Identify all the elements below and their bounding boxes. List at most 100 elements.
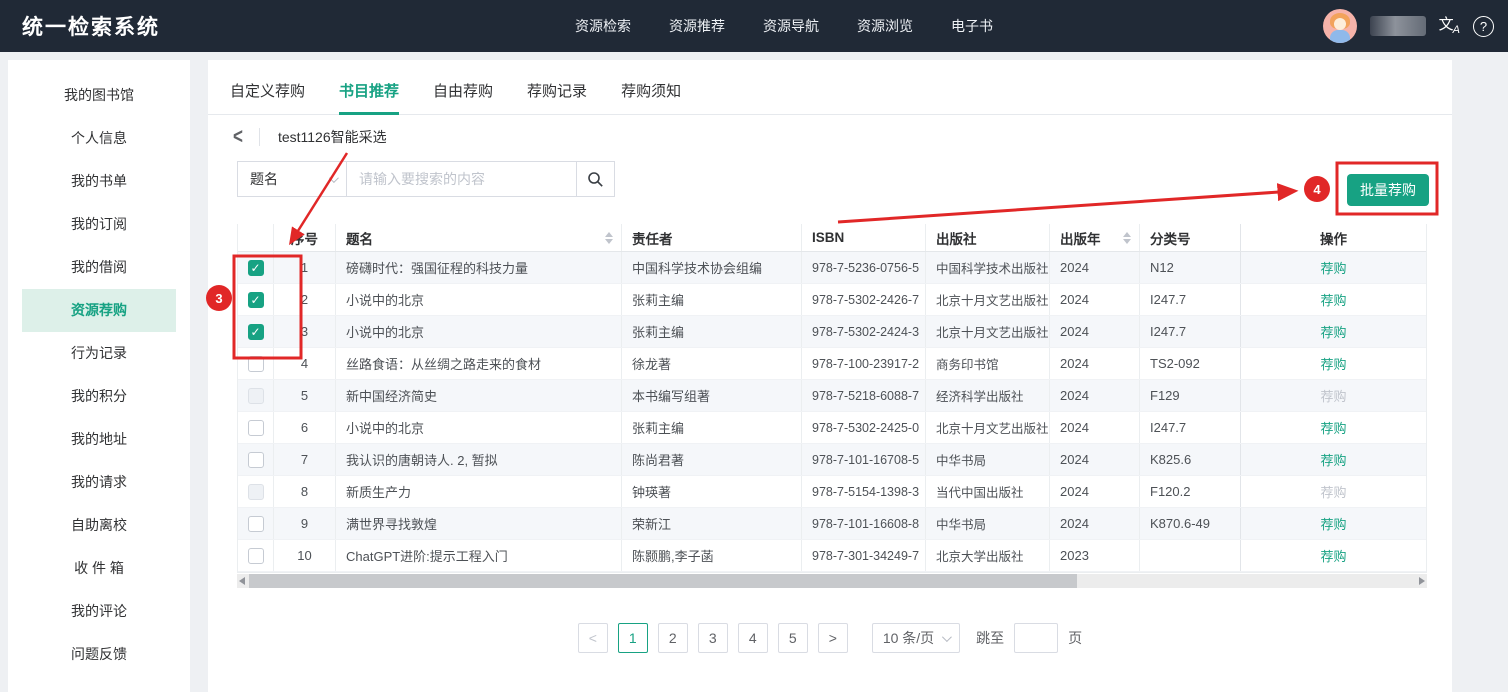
sidebar-item-11[interactable]: 收 件 箱 [8,547,190,590]
recommend-link: 荐购 [1320,482,1346,501]
row-checkbox[interactable] [248,292,264,308]
user-avatar[interactable] [1323,9,1357,43]
cell-no: 2 [274,284,336,315]
recommend-link[interactable]: 荐购 [1320,418,1346,437]
col-header-5[interactable]: 出版年 [1050,224,1140,251]
sidebar-item-7[interactable]: 我的积分 [8,375,190,418]
recommend-link[interactable]: 荐购 [1320,322,1346,341]
col-header-label-3: ISBN [812,230,844,245]
sidebar-item-6[interactable]: 行为记录 [8,332,190,375]
row-checkbox[interactable] [248,420,264,436]
row-checkbox[interactable] [248,548,264,564]
cell-isbn: 978-7-5236-0756-5 [802,252,926,283]
row-checkbox[interactable] [248,388,264,404]
help-icon[interactable]: ? [1473,16,1494,37]
action-cell: 荐购 [1240,284,1426,315]
sidebar-item-1[interactable]: 个人信息 [8,117,190,160]
row-checkbox[interactable] [248,484,264,500]
recommend-link[interactable]: 荐购 [1320,450,1346,469]
select-all-cell [238,224,274,251]
chevron-down-icon [942,632,952,642]
row-checkbox[interactable] [248,356,264,372]
sidebar-item-2[interactable]: 我的书单 [8,160,190,203]
topnav-item-2[interactable]: 资源导航 [763,16,819,36]
col-header-6: 分类号 [1140,224,1241,251]
topnav-item-1[interactable]: 资源推荐 [669,16,725,36]
row-checkbox[interactable] [248,260,264,276]
sort-icon[interactable] [605,232,613,244]
tab-3[interactable]: 荐购记录 [527,80,587,114]
jump-page-input[interactable] [1014,623,1058,653]
page-button-3[interactable]: 3 [698,623,728,653]
row-checkbox[interactable] [248,452,264,468]
cell-author: 张莉主编 [622,284,802,315]
search-button[interactable] [577,161,615,197]
sidebar-item-13[interactable]: 问题反馈 [8,633,190,676]
username-redacted [1370,16,1426,36]
next-page-button[interactable]: > [818,623,848,653]
batch-recommend-button[interactable]: 批量荐购 [1347,174,1429,206]
tab-bar: 自定义荐购书目推荐自由荐购荐购记录荐购须知 [208,60,1452,115]
page-size-select[interactable]: 10 条/页 [872,623,960,653]
topbar-nav: 资源检索 资源推荐 资源导航 资源浏览 电子书 [575,16,993,36]
tab-0[interactable]: 自定义荐购 [230,80,305,114]
cell-year: 2024 [1050,444,1140,475]
recommend-link[interactable]: 荐购 [1320,546,1346,565]
col-header-1[interactable]: 题名 [336,224,622,251]
sidebar-item-12[interactable]: 我的评论 [8,590,190,633]
page-button-5[interactable]: 5 [778,623,808,653]
cell-class_no: I247.7 [1140,284,1241,315]
scroll-left-icon[interactable] [239,577,245,585]
cell-title: 新中国经济简史 [336,380,622,411]
table-row: 7我认识的唐朝诗人. 2, 暂拟陈尚君著978-7-101-16708-5中华书… [238,444,1426,476]
horizontal-scrollbar[interactable] [237,574,1427,588]
sort-icon[interactable] [1123,232,1131,244]
checkbox-cell [238,316,274,347]
action-cell: 荐购 [1240,476,1426,507]
row-checkbox[interactable] [248,324,264,340]
page-button-2[interactable]: 2 [658,623,688,653]
tab-4[interactable]: 荐购须知 [621,80,681,114]
sort-down-icon [1123,239,1131,244]
sidebar-item-10[interactable]: 自助离校 [8,504,190,547]
row-checkbox[interactable] [248,516,264,532]
recommend-link[interactable]: 荐购 [1320,290,1346,309]
cell-no: 6 [274,412,336,443]
sidebar-item-5[interactable]: 资源荐购 [22,289,176,332]
tab-1[interactable]: 书目推荐 [339,80,399,114]
col-header-0: 序号 [274,224,336,251]
cell-class_no: N12 [1140,252,1241,283]
search-field-select[interactable]: 题名 [237,161,347,197]
sidebar-item-8[interactable]: 我的地址 [8,418,190,461]
cell-isbn: 978-7-5302-2426-7 [802,284,926,315]
page-button-1[interactable]: 1 [618,623,648,653]
recommend-link[interactable]: 荐购 [1320,354,1346,373]
back-button[interactable]: < [233,124,243,150]
language-switch-icon[interactable]: 文A [1439,17,1460,36]
scrollbar-thumb[interactable] [249,574,1077,588]
recommend-link[interactable]: 荐购 [1320,258,1346,277]
sidebar-item-9[interactable]: 我的请求 [8,461,190,504]
page-button-4[interactable]: 4 [738,623,768,653]
sidebar-item-4[interactable]: 我的借阅 [8,246,190,289]
search-input[interactable] [347,161,577,197]
recommend-link[interactable]: 荐购 [1320,514,1346,533]
checkbox-cell [238,252,274,283]
topnav-item-3[interactable]: 资源浏览 [857,16,913,36]
table-row: 3小说中的北京张莉主编978-7-5302-2424-3北京十月文艺出版社202… [238,316,1426,348]
cell-year: 2024 [1050,284,1140,315]
cell-isbn: 978-7-5302-2424-3 [802,316,926,347]
cell-author: 本书编写组著 [622,380,802,411]
checkbox-cell [238,348,274,379]
cell-author: 钟瑛著 [622,476,802,507]
cell-publisher: 经济科学出版社 [926,380,1050,411]
scroll-right-icon[interactable] [1419,577,1425,585]
sidebar-item-0[interactable]: 我的图书馆 [8,74,190,117]
cell-no: 7 [274,444,336,475]
cell-class_no: I247.7 [1140,412,1241,443]
tab-2[interactable]: 自由荐购 [433,80,493,114]
topnav-item-4[interactable]: 电子书 [951,16,993,36]
topnav-item-0[interactable]: 资源检索 [575,16,631,36]
sidebar-item-3[interactable]: 我的订阅 [8,203,190,246]
avatar-body [1330,30,1350,43]
